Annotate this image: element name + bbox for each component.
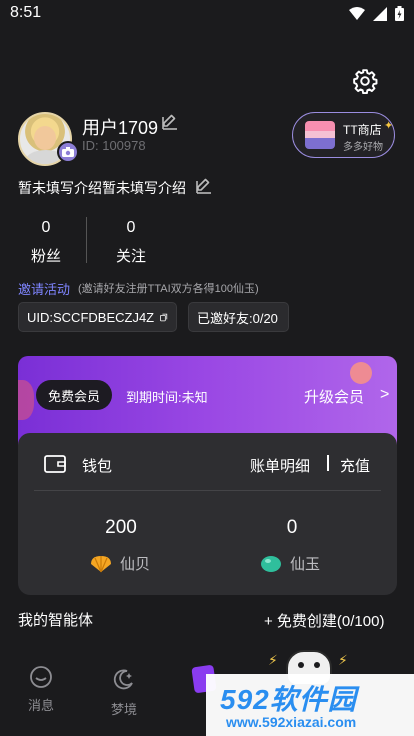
free-member-badge: 免费会员 — [36, 380, 113, 410]
signal-icon — [373, 6, 387, 21]
upgrade-member-button[interactable]: 升级会员 — [304, 386, 364, 407]
watermark-url: www.592xiazai.com — [226, 714, 357, 730]
wallet-divider — [34, 490, 381, 491]
watermark: 592软件园 www.592xiazai.com — [206, 674, 414, 736]
wallet-title: 钱包 — [82, 458, 113, 475]
bill-details-link[interactable]: 账单明细 — [250, 455, 310, 476]
xianbei-label: 仙贝 — [120, 556, 151, 573]
tt-shop-button[interactable]: TT商店 ✦ 多多好物 — [292, 112, 395, 158]
status-icons — [349, 6, 404, 21]
recharge-link[interactable]: 充值 — [340, 455, 370, 476]
spark-icon: ⚡ — [338, 652, 348, 668]
shop-icon — [305, 121, 335, 149]
create-agent-button[interactable]: + 免费创建(0/100) — [264, 610, 384, 631]
follow-count[interactable]: 0 — [111, 219, 151, 237]
mascot-eye — [314, 662, 320, 668]
decor-orb — [350, 362, 372, 384]
status-bar: 8:51 — [0, 0, 414, 28]
camera-icon[interactable] — [57, 141, 79, 163]
watermark-text: 软件园 — [269, 684, 357, 715]
avatar-face — [34, 126, 56, 150]
moon-icon[interactable] — [111, 668, 135, 692]
username: 用户1709 — [82, 118, 159, 138]
uid-text: UID:SCCFDBECZJ4Z — [27, 309, 155, 325]
follow-label[interactable]: 关注 — [101, 245, 161, 266]
invite-activity-link[interactable]: 邀请活动 — [18, 279, 70, 298]
fans-label[interactable]: 粉丝 — [16, 245, 76, 266]
link-separator — [327, 455, 329, 471]
nav-messages[interactable]: 消息 — [21, 695, 61, 714]
wifi-icon — [349, 6, 365, 20]
profile-intro: 暂未填写介绍暂未填写介绍 — [18, 180, 186, 196]
stats-divider — [86, 217, 87, 263]
chevron-right-icon[interactable]: > — [380, 386, 389, 404]
nav-dreamland[interactable]: 梦境 — [104, 699, 144, 718]
mascot-eye — [298, 662, 304, 668]
wallet-card: 钱包 账单明细 充值 200 仙贝 0 仙玉 — [18, 433, 397, 595]
expire-time: 到期时间:未知 — [126, 390, 208, 405]
watermark-number: 592 — [220, 684, 270, 715]
status-time: 8:51 — [10, 4, 42, 21]
uid-copy-chip[interactable]: UID:SCCFDBECZJ4Z — [18, 302, 177, 332]
shop-subtitle: 多多好物 — [343, 142, 383, 153]
fans-count[interactable]: 0 — [26, 219, 66, 237]
sparkle-icon: ✦ — [384, 120, 394, 132]
wallet-icon — [44, 455, 66, 473]
spark-icon: ⚡ — [268, 652, 278, 668]
gear-icon[interactable] — [352, 68, 378, 94]
shop-title: TT商店 — [343, 123, 382, 137]
edit-intro-icon[interactable] — [194, 176, 214, 196]
user-id: ID: 100978 — [82, 138, 146, 153]
edit-name-icon[interactable] — [160, 112, 180, 132]
message-icon[interactable] — [29, 666, 53, 688]
copy-icon[interactable] — [160, 311, 168, 324]
xianyu-balance: 0 — [286, 517, 298, 538]
xianyu-row: 仙玉 — [260, 553, 320, 574]
invite-description: (邀请好友注册TTAI双方各得100仙玉) — [78, 283, 259, 295]
my-agents-title: 我的智能体 — [18, 612, 94, 629]
xianyu-label: 仙玉 — [290, 556, 321, 573]
battery-icon — [395, 6, 404, 21]
invited-count: 已邀好友:0/20 — [197, 310, 278, 326]
decor-blob — [18, 380, 34, 420]
jade-icon — [261, 555, 281, 572]
xianbei-balance: 200 — [105, 517, 137, 538]
invited-friends-chip[interactable]: 已邀好友:0/20 — [188, 302, 289, 332]
shell-icon — [91, 555, 111, 572]
watermark-logo: 592软件园 — [220, 678, 357, 718]
xianbei-row: 仙贝 — [90, 553, 150, 574]
